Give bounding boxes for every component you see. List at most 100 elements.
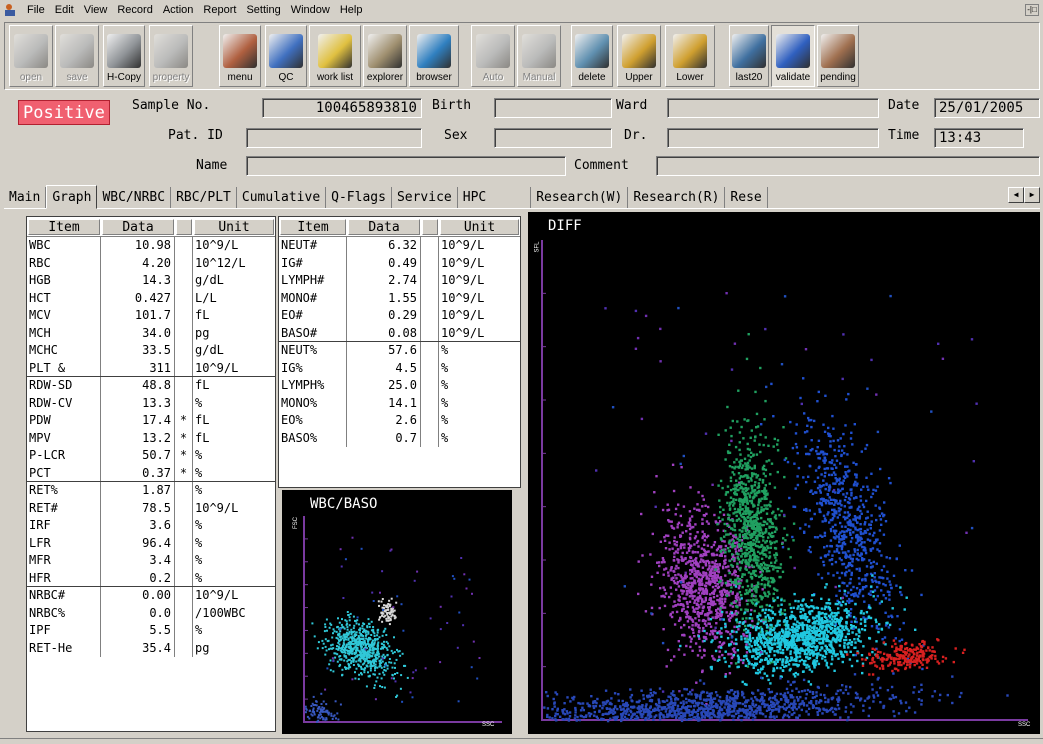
scatter-point [846, 453, 849, 456]
tab-rbc-plt[interactable]: RBC/PLT [171, 187, 237, 208]
table-row[interactable]: IG# 0.49 10^9/L [279, 254, 520, 272]
time-field[interactable]: 13:43 [934, 128, 1024, 148]
table-row[interactable]: MONO% 14.1% [279, 394, 520, 412]
date-field[interactable]: 25/01/2005 [934, 98, 1040, 118]
column-header-flag[interactable] [176, 219, 192, 235]
column-header-unit[interactable]: Unit [194, 219, 274, 235]
table-row[interactable]: BASO% 0.7% [279, 429, 520, 447]
menu-window[interactable]: Window [286, 0, 335, 20]
tab-q-flags[interactable]: Q-Flags [326, 187, 392, 208]
validate-button[interactable]: validate [771, 25, 815, 87]
sex-field[interactable] [494, 128, 612, 148]
upper-button[interactable]: Upper [617, 25, 661, 87]
menu-report[interactable]: Report [198, 0, 241, 20]
table-row[interactable]: RET-He 35.4 pg [27, 639, 275, 657]
ward-field[interactable] [667, 98, 879, 118]
pat-id-field[interactable] [246, 128, 422, 148]
h-copy-button[interactable]: H-Copy [103, 25, 145, 87]
tab-service[interactable]: Service [392, 187, 458, 208]
lower-button[interactable]: Lower [665, 25, 715, 87]
tab-main[interactable]: Main [4, 187, 47, 208]
table-row[interactable]: LYMPH% 25.0% [279, 377, 520, 395]
table-row[interactable]: P-LCR 50.7 *% [27, 447, 275, 465]
column-header-unit[interactable]: Unit [440, 219, 519, 235]
table-row[interactable]: MFR 3.4% [27, 552, 275, 570]
tab-research-w[interactable]: Research(W) [531, 187, 629, 208]
menu-action[interactable]: Action [158, 0, 199, 20]
menu-button[interactable]: menu [219, 25, 261, 87]
table-row[interactable]: RDW-CV 13.3% [27, 394, 275, 412]
table-row[interactable]: PDW 17.4 * fL [27, 412, 275, 430]
table-row[interactable]: PCT 0.37 *% [27, 464, 275, 482]
scatter-point [765, 603, 768, 607]
column-header-item[interactable]: Item [28, 219, 100, 235]
column-header-data[interactable]: Data [348, 219, 420, 235]
table-row[interactable]: HGB 14.3 g/dL [27, 272, 275, 290]
table-row[interactable]: NRBC# 0.00 10^9/L [27, 587, 275, 605]
table-row[interactable]: LFR 96.4% [27, 534, 275, 552]
save-button[interactable]: save [55, 25, 99, 87]
manual-button[interactable]: Manual [517, 25, 561, 87]
table-row[interactable]: WBC 10.98 10^9/L [27, 237, 275, 255]
table-row[interactable]: RET% 1.87% [27, 482, 275, 500]
last20-button[interactable]: last20 [729, 25, 769, 87]
birth-field[interactable] [494, 98, 612, 118]
menu-setting[interactable]: Setting [241, 0, 285, 20]
scatter-point [682, 505, 686, 508]
table-row[interactable]: MCV 101.7 fL [27, 307, 275, 325]
table-row[interactable]: RET# 78.5 10^9/L [27, 499, 275, 517]
menu-view[interactable]: View [79, 0, 113, 20]
table-row[interactable]: MCH 34.0 pg [27, 324, 275, 342]
browser-button[interactable]: browser [409, 25, 459, 87]
table-row[interactable]: MPV 13.2 * fL [27, 429, 275, 447]
table-row[interactable]: IG% 4.5% [279, 359, 520, 377]
menu-file[interactable]: File [22, 0, 50, 20]
table-row[interactable]: NEUT% 57.6% [279, 342, 520, 360]
table-row[interactable]: RBC 4.20 10^12/L [27, 254, 275, 272]
tab-graph[interactable]: Graph [46, 185, 98, 209]
tab-cumulative[interactable]: Cumulative [237, 187, 327, 208]
table-row[interactable]: EO# 0.29 10^9/L [279, 307, 520, 325]
explorer-button[interactable]: explorer [363, 25, 407, 87]
table-row[interactable]: RDW-SD 48.8 fL [27, 377, 275, 395]
table-row[interactable]: NRBC% 0.0/100WBC [27, 604, 275, 622]
pending-button[interactable]: pending [817, 25, 859, 87]
column-header-flag[interactable] [422, 219, 438, 235]
sample-no-field[interactable]: 100465893810 [262, 98, 422, 118]
work-list-button[interactable]: work list [309, 25, 361, 87]
tab-wbc-nrbc[interactable]: WBC/NRBC [97, 187, 172, 208]
tab-scroll-left-icon[interactable]: ◀ [1008, 187, 1024, 203]
window-restore-button[interactable]: -|□ [1025, 4, 1039, 16]
open-button[interactable]: open [9, 25, 53, 87]
tab-research-r[interactable]: Research(R) [628, 187, 726, 208]
table-row[interactable]: IPF 5.5% [27, 622, 275, 640]
qc-button[interactable]: QC [265, 25, 307, 87]
menu-edit[interactable]: Edit [50, 0, 79, 20]
tab-hpc[interactable]: HPC [458, 187, 532, 208]
table-row[interactable]: PLT & 311 10^9/L [27, 359, 275, 377]
menu-record[interactable]: Record [112, 0, 157, 20]
delete-button[interactable]: delete [571, 25, 613, 87]
table-row[interactable]: BASO# 0.08 10^9/L [279, 324, 520, 342]
property-button[interactable]: property [149, 25, 193, 87]
column-header-data[interactable]: Data [102, 219, 174, 235]
name-field[interactable] [246, 156, 566, 176]
scatter-point [722, 642, 725, 645]
comment-field[interactable] [656, 156, 1040, 176]
auto-button[interactable]: Auto [471, 25, 515, 87]
table-row[interactable]: MONO# 1.55 10^9/L [279, 289, 520, 307]
tab-rese[interactable]: Rese [725, 187, 768, 208]
table-row[interactable]: MCHC 33.5 g/dL [27, 342, 275, 360]
table-row[interactable]: HCT 0.427 L/L [27, 289, 275, 307]
table-row[interactable]: LYMPH# 2.74 10^9/L [279, 272, 520, 290]
dr-field[interactable] [667, 128, 879, 148]
table-row[interactable]: EO% 2.6% [279, 412, 520, 430]
tab-scroll-right-icon[interactable]: ▶ [1024, 187, 1040, 203]
table-row[interactable]: HFR 0.2% [27, 569, 275, 587]
table-row[interactable]: NEUT# 6.32 10^9/L [279, 237, 520, 255]
scatter-point [919, 648, 923, 652]
cell-item: RBC [27, 254, 101, 272]
table-row[interactable]: IRF 3.6% [27, 517, 275, 535]
column-header-item[interactable]: Item [280, 219, 346, 235]
menu-help[interactable]: Help [335, 0, 368, 20]
